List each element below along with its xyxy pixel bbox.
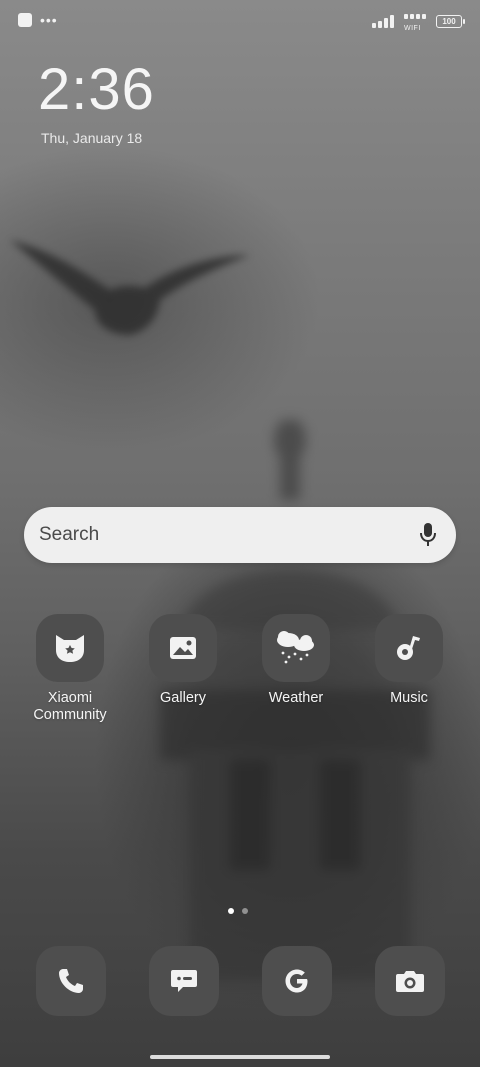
- google-icon: [285, 969, 308, 993]
- messages-icon: [171, 970, 197, 992]
- page-indicator: [228, 908, 248, 914]
- microphone-icon[interactable]: [418, 522, 438, 548]
- search-bar[interactable]: Search: [24, 507, 456, 563]
- dock-camera[interactable]: [375, 946, 445, 1016]
- dock-phone[interactable]: [36, 946, 106, 1016]
- notification-icon: [18, 13, 32, 27]
- wifi-label: WIFI: [404, 25, 421, 32]
- gallery-icon[interactable]: [149, 614, 217, 682]
- app-weather[interactable]: Weather: [240, 614, 352, 707]
- xiaomi-community-icon[interactable]: [36, 614, 104, 682]
- app-xiaomi-community[interactable]: Xiaomi Community: [14, 614, 126, 724]
- search-input[interactable]: Search: [39, 524, 418, 546]
- camera-icon: [396, 971, 424, 992]
- dock-messages[interactable]: [149, 946, 219, 1016]
- wifi-indicator: WIFI: [404, 12, 428, 32]
- status-right: WIFI 100: [372, 12, 465, 32]
- app-label: Gallery: [160, 690, 206, 706]
- clock-time[interactable]: 2:36: [38, 58, 155, 122]
- more-notifications-icon: •••: [40, 12, 58, 28]
- weather-icon[interactable]: [262, 614, 330, 682]
- music-icon[interactable]: [375, 614, 443, 682]
- home-indicator[interactable]: [150, 1055, 330, 1059]
- battery-icon: 100: [436, 14, 465, 28]
- app-label: Music: [390, 690, 428, 706]
- app-music[interactable]: Music: [353, 614, 465, 707]
- phone-icon: [59, 969, 83, 993]
- page-dot-active[interactable]: [228, 908, 234, 914]
- cellular-signal-icon: [372, 15, 394, 28]
- app-gallery[interactable]: Gallery: [127, 614, 239, 707]
- app-label: Xiaomi Community: [33, 690, 107, 723]
- clock-date[interactable]: Thu, January 18: [41, 130, 142, 146]
- status-left: •••: [18, 13, 58, 27]
- wifi-icon: [404, 14, 426, 19]
- dock-google[interactable]: [262, 946, 332, 1016]
- page-dot[interactable]: [242, 908, 248, 914]
- app-label: Weather: [268, 690, 324, 706]
- status-bar: ••• WIFI 100: [0, 0, 480, 40]
- wallpaper-bird: [10, 240, 250, 335]
